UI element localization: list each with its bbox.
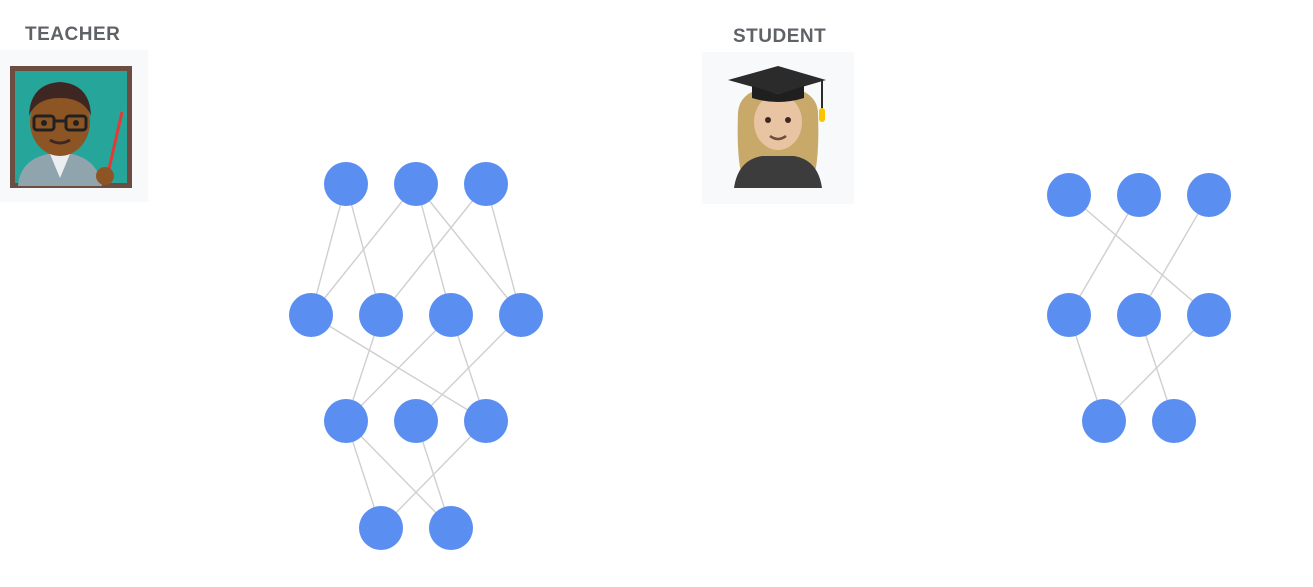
teacher-node [499, 293, 543, 337]
teacher-node [324, 399, 368, 443]
teacher-network-edges [310, 183, 522, 529]
student-node [1082, 399, 1126, 443]
teacher-node [429, 293, 473, 337]
teacher-node [289, 293, 333, 337]
edge [345, 420, 452, 529]
teacher-node [394, 399, 438, 443]
student-node [1117, 293, 1161, 337]
edge [345, 314, 452, 422]
teacher-node [324, 162, 368, 206]
edge [310, 183, 417, 316]
edge [380, 183, 487, 316]
edge [1103, 314, 1210, 422]
teacher-node [464, 399, 508, 443]
student-node [1047, 173, 1091, 217]
student-network-nodes [1047, 173, 1231, 443]
student-node [1187, 173, 1231, 217]
edge [415, 314, 522, 422]
network-diagram [289, 162, 1231, 550]
student-node [1117, 173, 1161, 217]
teacher-node [394, 162, 438, 206]
student-node [1187, 293, 1231, 337]
edge [380, 420, 487, 529]
student-node [1047, 293, 1091, 337]
teacher-node [429, 506, 473, 550]
student-node [1152, 399, 1196, 443]
edge [415, 183, 522, 316]
teacher-node [359, 293, 403, 337]
teacher-node [359, 506, 403, 550]
teacher-node [464, 162, 508, 206]
